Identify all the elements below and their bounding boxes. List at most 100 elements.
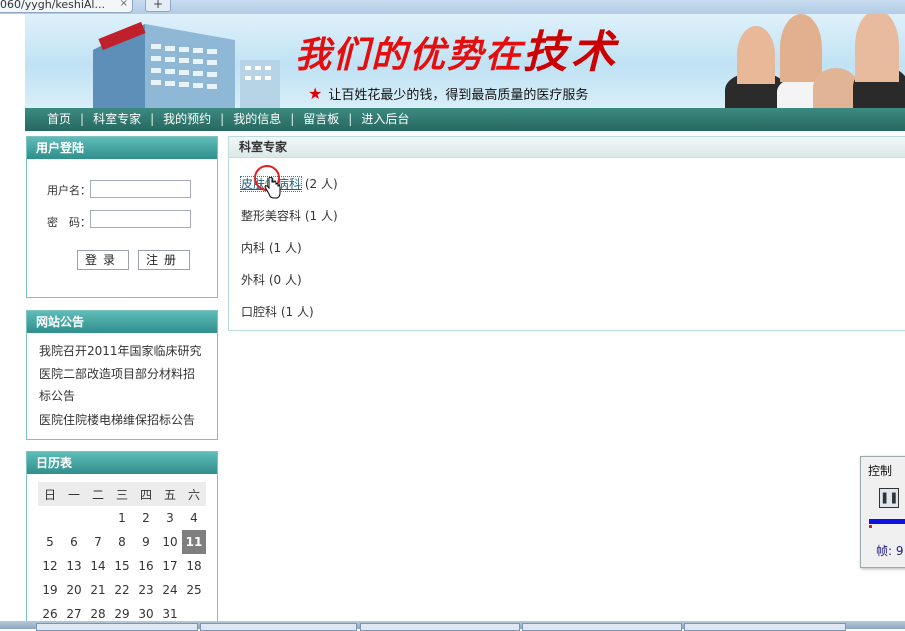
- calendar-day[interactable]: 13: [62, 554, 86, 578]
- calendar-day[interactable]: 21: [86, 578, 110, 602]
- subline-text: 让百姓花最少的钱，得到最高质量的医疗服务: [328, 88, 589, 103]
- doctor-photo-1-face: [737, 26, 775, 84]
- hand-cursor-icon: [264, 177, 281, 199]
- calendar-day[interactable]: 1: [110, 506, 134, 530]
- calendar-day: [86, 506, 110, 530]
- calendar-panel-title: 日历表: [27, 452, 217, 474]
- calendar-day[interactable]: 25: [182, 578, 206, 602]
- calendar-day[interactable]: 18: [182, 554, 206, 578]
- star-icon: ★: [308, 84, 323, 103]
- calendar-day[interactable]: 12: [38, 554, 62, 578]
- calendar-day: [62, 506, 86, 530]
- taskbar-item[interactable]: [200, 623, 357, 631]
- nav-separator: |: [348, 112, 353, 126]
- login-panel-title: 用户登陆: [27, 137, 217, 159]
- calendar-day[interactable]: 23: [134, 578, 158, 602]
- slogan-emphasis: 技术: [523, 27, 620, 78]
- department-count: (1 人): [268, 241, 302, 255]
- taskbar-item[interactable]: [522, 623, 682, 631]
- department-item: 内科 (1 人): [241, 239, 302, 256]
- department-link[interactable]: 口腔科: [241, 305, 277, 319]
- control-panel: 控制 ❚❚ 帧: 9: [860, 456, 905, 568]
- department-count: (1 人): [304, 209, 338, 223]
- username-input[interactable]: [90, 180, 191, 198]
- calendar-day[interactable]: 15: [110, 554, 134, 578]
- weekday-fri: 五: [158, 482, 182, 506]
- calendar-day: [38, 506, 62, 530]
- nav-item-home[interactable]: 首页: [47, 108, 71, 131]
- weekday-thu: 四: [134, 482, 158, 506]
- department-link[interactable]: 内科: [241, 241, 265, 255]
- calendar-day[interactable]: 5: [38, 530, 62, 554]
- nav-separator: |: [290, 112, 295, 126]
- nav-item-my-appointments[interactable]: 我的预约: [163, 108, 211, 131]
- announcement-panel: 网站公告 我院召开2011年国家临床研究 医院二部改造项目部分材料招 标公告 医…: [26, 310, 218, 440]
- control-title: 控制: [868, 464, 893, 478]
- calendar-day[interactable]: 6: [62, 530, 86, 554]
- departments-panel: 科室专家 皮肤性病科 (2 人) 整形美容科 (1 人) 内科 (1 人) 外科…: [228, 136, 905, 331]
- department-item: 外科 (0 人): [241, 271, 302, 288]
- calendar-day[interactable]: 20: [62, 578, 86, 602]
- calendar-day-today[interactable]: 11: [182, 530, 206, 554]
- taskbar-item[interactable]: [360, 623, 520, 631]
- nav-item-message-board[interactable]: 留言板: [303, 108, 339, 131]
- nav-item-admin[interactable]: 进入后台: [361, 108, 409, 131]
- calendar-day[interactable]: 24: [158, 578, 182, 602]
- browser-tab[interactable]: 060/yygh/keshiAl... ×: [0, 0, 133, 13]
- announcement-item[interactable]: 我院召开2011年国家临床研究: [39, 340, 202, 362]
- password-label: 密 码：: [47, 216, 91, 229]
- department-link[interactable]: 外科: [241, 273, 265, 287]
- hospital-building-icon: [93, 21, 280, 108]
- new-tab-button[interactable]: +: [145, 0, 171, 12]
- password-input[interactable]: [90, 210, 191, 228]
- pause-icon[interactable]: ❚❚: [879, 488, 899, 508]
- weekday-sun: 日: [38, 482, 62, 506]
- calendar-day[interactable]: 2: [134, 506, 158, 530]
- announcement-item-continued[interactable]: 标公告: [39, 385, 75, 407]
- nav-item-departments[interactable]: 科室专家: [93, 108, 141, 131]
- nav-separator: |: [220, 112, 225, 126]
- calendar-day[interactable]: 8: [110, 530, 134, 554]
- calendar-grid: 日 一 二 三 四 五 六 1 2 3 4 5 6 7 8 9 10 11 12: [38, 482, 206, 626]
- login-panel: 用户登陆 用户名： 密 码： 登录 注册: [26, 136, 218, 298]
- calendar-day[interactable]: 10: [158, 530, 182, 554]
- frames-label: 帧: 9: [876, 544, 904, 558]
- calendar-day[interactable]: 14: [86, 554, 110, 578]
- main-nav: 首页 | 科室专家 | 我的预约 | 我的信息 | 留言板 | 进入后台: [25, 108, 905, 131]
- close-icon[interactable]: ×: [120, 0, 128, 9]
- progress-bar[interactable]: [869, 519, 905, 524]
- weekday-tue: 二: [86, 482, 110, 506]
- header-banner: 我们的优势在技术 ★ 让百姓花最少的钱，得到最高质量的医疗服务: [25, 14, 905, 108]
- login-button[interactable]: 登录: [77, 250, 129, 270]
- calendar-day[interactable]: 17: [158, 554, 182, 578]
- calendar-day[interactable]: 16: [134, 554, 158, 578]
- announcement-item[interactable]: 医院住院楼电梯维保招标公告: [39, 409, 195, 431]
- nav-item-my-info[interactable]: 我的信息: [233, 108, 281, 131]
- weekday-wed: 三: [110, 482, 134, 506]
- username-label: 用户名：: [47, 184, 91, 197]
- department-count: (1 人): [280, 305, 314, 319]
- weekday-sat: 六: [182, 482, 206, 506]
- taskbar-item[interactable]: [36, 623, 198, 631]
- taskbar-item[interactable]: [684, 623, 846, 631]
- calendar-day[interactable]: 3: [158, 506, 182, 530]
- calendar-day[interactable]: 22: [110, 578, 134, 602]
- browser-tab-title: 060/yygh/keshiAl...: [0, 0, 105, 11]
- calendar-day[interactable]: 19: [38, 578, 62, 602]
- calendar-day[interactable]: 4: [182, 506, 206, 530]
- doctor-photo-4-face: [855, 14, 899, 82]
- slogan-text: 我们的优势在: [295, 34, 524, 76]
- browser-tab-strip: 060/yygh/keshiAl... × +: [0, 0, 905, 14]
- announcement-item[interactable]: 医院二部改造项目部分材料招: [39, 363, 195, 385]
- department-count: (0 人): [268, 273, 302, 287]
- department-link[interactable]: 整形美容科: [241, 209, 301, 223]
- nav-separator: |: [150, 112, 155, 126]
- department-count: (2 人): [304, 177, 338, 191]
- calendar-day[interactable]: 9: [134, 530, 158, 554]
- department-item: 整形美容科 (1 人): [241, 207, 338, 224]
- department-item: 口腔科 (1 人): [241, 303, 314, 320]
- register-button[interactable]: 注册: [138, 250, 190, 270]
- calendar-day[interactable]: 7: [86, 530, 110, 554]
- os-taskbar: [0, 621, 905, 631]
- banner-slogan: 我们的优势在技术: [295, 16, 619, 80]
